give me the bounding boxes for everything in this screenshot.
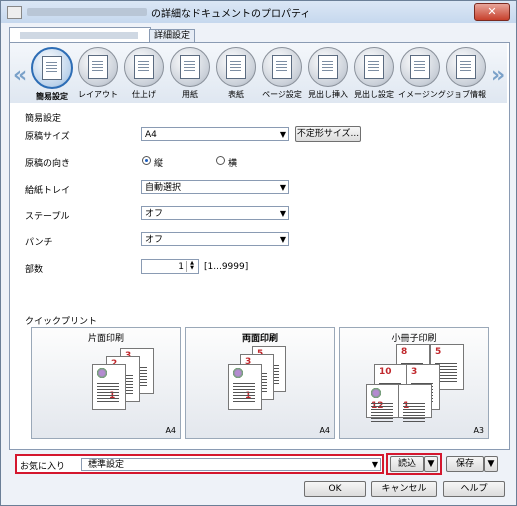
tab-setting-icon bbox=[354, 47, 394, 87]
page-setting-icon bbox=[262, 47, 302, 87]
scroll-right-icon[interactable]: » bbox=[491, 63, 505, 88]
portrait-radio[interactable] bbox=[142, 156, 151, 165]
preset-booklet[interactable]: 小冊子印刷 8 5 10 3 12 1 A3 bbox=[339, 327, 489, 439]
punch-value: オフ bbox=[145, 235, 164, 245]
paper-tray-label: 給紙トレイ bbox=[25, 186, 71, 196]
finishing-icon bbox=[124, 47, 164, 87]
custom-size-button[interactable]: 不定形サイズ... bbox=[295, 126, 361, 142]
preset-size: A4 bbox=[165, 426, 176, 435]
close-button[interactable]: ✕ bbox=[474, 3, 510, 21]
chevron-down-icon: ▼ bbox=[279, 235, 286, 244]
chevron-down-icon: ▼ bbox=[371, 460, 378, 469]
tab-label: イメージング bbox=[398, 90, 446, 99]
preset-size: A3 bbox=[473, 426, 484, 435]
portrait-label: 縦 bbox=[154, 159, 164, 169]
tab-job-info[interactable]: ジョブ情報 bbox=[444, 47, 488, 100]
save-dropdown-button[interactable]: ▼ bbox=[484, 456, 498, 472]
paper-tray-select[interactable]: 自動選択 ▼ bbox=[141, 180, 289, 194]
tab-label: 仕上げ bbox=[132, 90, 156, 99]
properties-window: の詳細なドキュメントのプロパティ ✕ 詳細設定 « » 簡易設定 レイアウト 仕… bbox=[0, 0, 517, 506]
page-thumb: 1 bbox=[398, 384, 432, 418]
tab-label: 簡易設定 bbox=[36, 92, 68, 101]
quick-settings-icon bbox=[31, 47, 73, 89]
imaging-icon bbox=[400, 47, 440, 87]
staple-label: ステープル bbox=[25, 212, 70, 222]
quick-print-title: クイックプリント bbox=[25, 317, 98, 327]
orientation-label: 原稿の向き bbox=[25, 159, 71, 169]
save-button[interactable]: 保存 bbox=[446, 456, 484, 472]
preset-label: 片面印刷 bbox=[87, 334, 124, 344]
chevron-down-icon: ▼ bbox=[427, 459, 435, 469]
tab-paper[interactable]: 用紙 bbox=[168, 47, 212, 100]
original-size-select[interactable]: A4 ▼ bbox=[141, 127, 289, 141]
preset-label: 小冊子印刷 bbox=[391, 334, 437, 344]
load-button[interactable]: 読込 bbox=[390, 456, 424, 472]
cover-icon bbox=[216, 47, 256, 87]
favorites-value: 標準設定 bbox=[88, 460, 125, 470]
chevron-down-icon: ▼ bbox=[279, 209, 286, 218]
tab-label: 表紙 bbox=[228, 90, 244, 99]
landscape-radio[interactable] bbox=[216, 156, 225, 165]
tab-label: ページ設定 bbox=[262, 90, 302, 99]
tab-cover[interactable]: 表紙 bbox=[214, 47, 258, 100]
load-dropdown-button[interactable]: ▼ bbox=[424, 456, 438, 472]
preset-duplex[interactable]: 両面印刷 5 3 1 A4 bbox=[185, 327, 335, 439]
punch-select[interactable]: オフ ▼ bbox=[141, 232, 289, 246]
staple-value: オフ bbox=[145, 209, 164, 219]
preset-size: A4 bbox=[319, 426, 330, 435]
copies-label: 部数 bbox=[25, 265, 44, 275]
spin-arrows-icon[interactable]: ▲ ▼ bbox=[186, 261, 197, 272]
job-info-icon bbox=[446, 47, 486, 87]
window-title: の詳細なドキュメントのプロパティ bbox=[151, 9, 311, 20]
tab-label: ジョブ情報 bbox=[446, 90, 486, 99]
tab-label: 用紙 bbox=[182, 90, 198, 99]
copies-value: 1 bbox=[178, 262, 184, 272]
tab-insert-icon bbox=[308, 47, 348, 87]
redacted-tab-label bbox=[20, 32, 138, 39]
tab-page-setting[interactable]: ページ設定 bbox=[260, 47, 304, 100]
punch-label: パンチ bbox=[25, 238, 53, 248]
tab-label: 見出し挿入 bbox=[308, 90, 348, 99]
original-size-label: 原稿サイズ bbox=[25, 132, 70, 142]
favorites-select[interactable]: 標準設定 ▼ bbox=[81, 458, 381, 471]
paper-tray-value: 自動選択 bbox=[145, 183, 182, 193]
tab-tab-setting[interactable]: 見出し設定 bbox=[352, 47, 396, 100]
title-bar: の詳細なドキュメントのプロパティ ✕ bbox=[1, 1, 516, 23]
chevron-down-icon: ▼ bbox=[487, 459, 495, 469]
tab-insert-tab[interactable]: 見出し挿入 bbox=[306, 47, 350, 100]
tab-imaging[interactable]: イメージング bbox=[398, 47, 446, 100]
tab-finishing[interactable]: 仕上げ bbox=[122, 47, 166, 100]
original-size-value: A4 bbox=[145, 130, 157, 140]
section-title: 簡易設定 bbox=[25, 114, 62, 124]
tab-quick-settings[interactable]: 簡易設定 bbox=[30, 47, 74, 102]
favorites-label: お気に入り bbox=[20, 462, 66, 472]
help-button[interactable]: ヘルプ bbox=[443, 481, 505, 497]
tab-label: 見出し設定 bbox=[354, 90, 394, 99]
chevron-down-icon: ▼ bbox=[279, 130, 286, 139]
tab-general[interactable] bbox=[9, 27, 151, 43]
ok-button[interactable]: OK bbox=[304, 481, 366, 497]
page-thumb: 1 bbox=[92, 364, 126, 410]
tab-layout[interactable]: レイアウト bbox=[76, 47, 120, 100]
scroll-left-icon[interactable]: « bbox=[13, 63, 27, 88]
preset-label: 両面印刷 bbox=[241, 334, 278, 344]
page-thumb: 1 bbox=[228, 364, 262, 410]
tab-detail-settings[interactable]: 詳細設定 bbox=[149, 29, 196, 43]
redacted-printer-name bbox=[27, 8, 147, 16]
paper-icon bbox=[170, 47, 210, 87]
page-thumb: 12 bbox=[366, 384, 400, 418]
landscape-label: 横 bbox=[228, 159, 238, 169]
preset-simplex[interactable]: 片面印刷 3 2 1 A4 bbox=[31, 327, 181, 439]
staple-select[interactable]: オフ ▼ bbox=[141, 206, 289, 220]
chevron-down-icon: ▼ bbox=[279, 183, 286, 192]
printer-icon bbox=[7, 6, 22, 19]
copies-stepper[interactable]: 1 ▲ ▼ bbox=[141, 259, 199, 274]
favorites-bar: お気に入り 標準設定 ▼ bbox=[15, 454, 384, 474]
cancel-button[interactable]: キャンセル bbox=[371, 481, 437, 497]
tab-label: レイアウト bbox=[78, 90, 118, 99]
layout-icon bbox=[78, 47, 118, 87]
copies-range: [1...9999] bbox=[204, 262, 249, 272]
